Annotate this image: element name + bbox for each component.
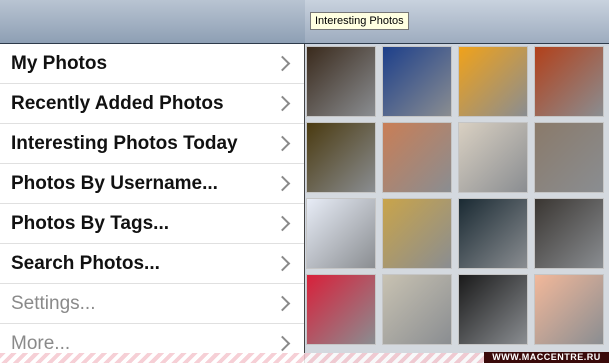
menu-item-label: My Photos xyxy=(11,52,108,74)
photo-thumbnail[interactable] xyxy=(534,198,604,269)
photo-thumbnail[interactable] xyxy=(382,198,452,269)
menu-item-recently-added[interactable]: Recently Added Photos xyxy=(0,84,304,124)
chevron-right-icon xyxy=(274,55,291,72)
photo-thumbnail[interactable] xyxy=(306,46,376,117)
menu-item-label: More... xyxy=(11,332,71,354)
menu-item-label: Photos By Username... xyxy=(11,172,218,194)
menu-item-search[interactable]: Search Photos... xyxy=(0,244,304,284)
photo-thumbnail[interactable] xyxy=(458,46,528,117)
chevron-right-icon xyxy=(274,135,291,152)
chevron-right-icon xyxy=(274,215,291,232)
photo-thumbnail[interactable] xyxy=(534,274,604,345)
photo-thumbnail[interactable] xyxy=(458,198,528,269)
menu-item-by-username[interactable]: Photos By Username... xyxy=(0,164,304,204)
photo-thumbnail[interactable] xyxy=(534,122,604,193)
menu-item-my-photos[interactable]: My Photos xyxy=(0,44,304,84)
menu-item-label: Photos By Tags... xyxy=(11,212,170,234)
menu-item-by-tags[interactable]: Photos By Tags... xyxy=(0,204,304,244)
menu-item-label: Interesting Photos Today xyxy=(11,132,238,154)
photo-thumbnail[interactable] xyxy=(306,122,376,193)
chevron-right-icon xyxy=(274,335,291,352)
menu-header xyxy=(0,0,305,44)
menu-item-label: Settings... xyxy=(11,292,96,314)
chevron-right-icon xyxy=(274,295,291,312)
watermark: WWW.MACCENTRE.RU xyxy=(484,352,609,363)
chevron-right-icon xyxy=(274,255,291,272)
menu-list: My Photos Recently Added Photos Interest… xyxy=(0,44,305,363)
menu-item-interesting-today[interactable]: Interesting Photos Today xyxy=(0,124,304,164)
photo-thumbnail[interactable] xyxy=(382,122,452,193)
tooltip: Interesting Photos xyxy=(310,12,409,30)
photo-grid xyxy=(306,46,609,363)
photo-thumbnail[interactable] xyxy=(306,198,376,269)
menu-item-label: Recently Added Photos xyxy=(11,92,224,114)
photo-thumbnail[interactable] xyxy=(458,122,528,193)
chevron-right-icon xyxy=(274,175,291,192)
photo-thumbnail[interactable] xyxy=(382,274,452,345)
menu-item-settings[interactable]: Settings... xyxy=(0,284,304,324)
photo-thumbnail[interactable] xyxy=(306,274,376,345)
chevron-right-icon xyxy=(274,95,291,112)
photo-thumbnail[interactable] xyxy=(382,46,452,117)
photo-thumbnail[interactable] xyxy=(534,46,604,117)
photo-thumbnail[interactable] xyxy=(458,274,528,345)
menu-item-label: Search Photos... xyxy=(11,252,160,274)
